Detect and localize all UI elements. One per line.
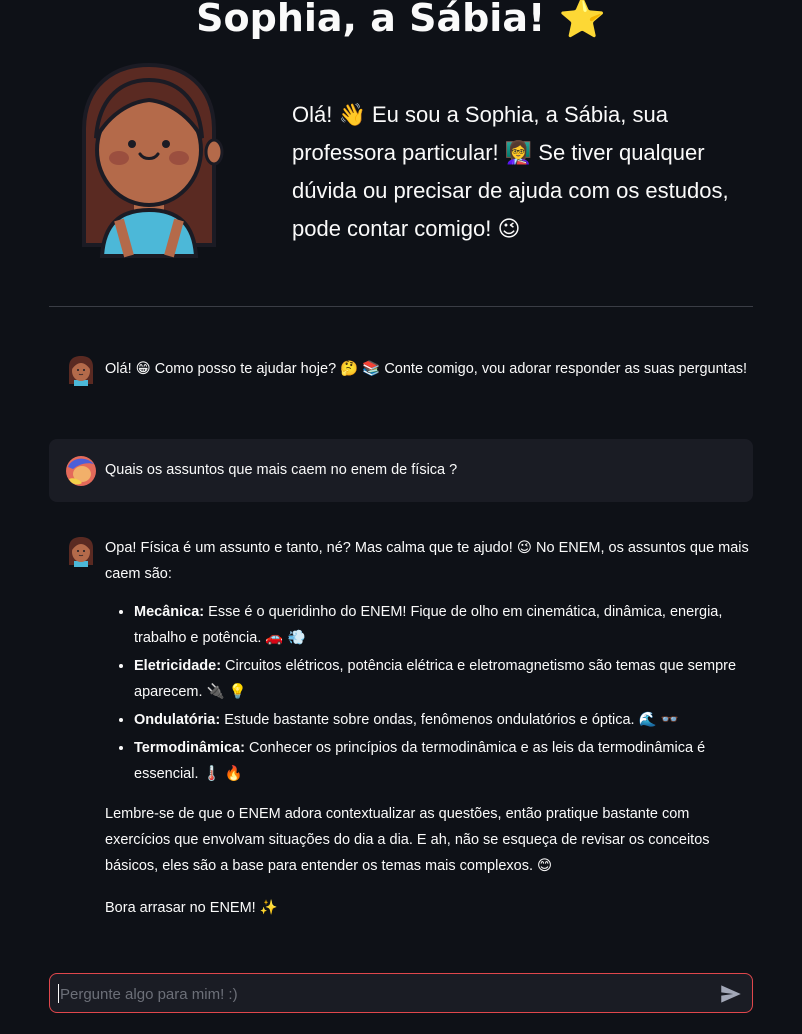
- list-item: Ondulatória: Estude bastante sobre ondas…: [134, 707, 753, 733]
- chat-input[interactable]: [58, 974, 702, 1014]
- user-avatar-icon: [66, 456, 96, 486]
- message-text: Olá! 😁 Como posso te ajudar hoje? 🤔 📚 Co…: [105, 361, 748, 377]
- page-title: Sophia, a Sábia! ⭐: [196, 0, 606, 40]
- list-item-label: Ondulatória:: [134, 712, 221, 728]
- list-item: Termodinâmica: Conhecer os princípios da…: [134, 735, 753, 787]
- message-intro: Opa! Física é um assunto e tanto, né? Ma…: [105, 540, 749, 582]
- message-body: Opa! Física é um assunto e tanto, né? Ma…: [105, 535, 753, 921]
- sophia-portrait-icon: [82, 62, 224, 258]
- chat-message-assistant: Opa! Física é um assunto e tanto, né? Ma…: [49, 535, 753, 921]
- list-item-label: Termodinâmica:: [134, 740, 245, 756]
- send-icon: [721, 985, 741, 1003]
- list-item: Mecânica: Esse é o queridinho do ENEM! F…: [134, 599, 753, 651]
- list-item: Eletricidade: Circuitos elétricos, potên…: [134, 653, 753, 705]
- girl-avatar-icon: [69, 537, 93, 567]
- intro-text: Olá! 👋 Eu sou a Sophia, a Sábia, sua pro…: [292, 102, 729, 241]
- topic-list: Mecânica: Esse é o queridinho do ENEM! F…: [105, 599, 753, 787]
- list-item-label: Mecânica:: [134, 604, 205, 620]
- list-item-text: Esse é o queridinho do ENEM! Fique de ol…: [134, 604, 723, 646]
- chat-input-container: [49, 973, 753, 1014]
- message-text: Quais os assuntos que mais caem no enem …: [105, 462, 458, 478]
- chat-page: Sophia, a Sábia! ⭐ Olá! 👋 Eu sou a Sophi…: [0, 0, 802, 1034]
- divider: [49, 306, 753, 307]
- message-paragraph: Lembre-se de que o ENEM adora contextual…: [105, 806, 710, 874]
- girl-avatar-icon: [69, 356, 93, 386]
- list-item-text: Estude bastante sobre ondas, fenômenos o…: [220, 712, 679, 728]
- send-button[interactable]: [718, 981, 744, 1007]
- text-caret: [58, 984, 59, 1003]
- list-item-label: Eletricidade:: [134, 658, 222, 674]
- chat-message-user: Quais os assuntos que mais caem no enem …: [49, 439, 753, 502]
- list-item-text: Circuitos elétricos, potência elétrica e…: [134, 658, 737, 700]
- chat-message-assistant: Olá! 😁 Como posso te ajudar hoje? 🤔 📚 Co…: [49, 352, 753, 422]
- message-closing: Bora arrasar no ENEM! ✨: [105, 900, 278, 916]
